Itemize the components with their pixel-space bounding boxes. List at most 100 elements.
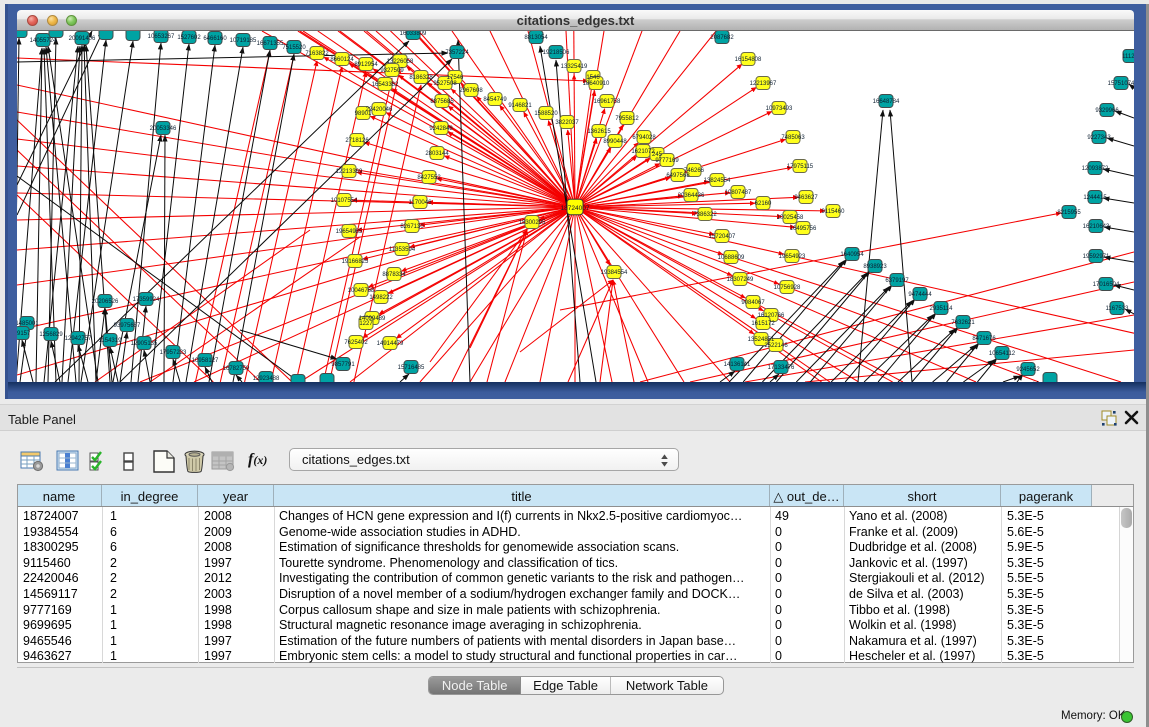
svg-text:1615172: 1615172 [751, 321, 775, 327]
svg-text:62160: 62160 [755, 201, 772, 207]
svg-text:9242848: 9242848 [429, 126, 453, 132]
svg-text:8813054: 8813054 [524, 35, 548, 41]
svg-text:1362615: 1362615 [587, 129, 611, 135]
svg-text:14914479: 14914479 [377, 341, 404, 347]
svg-text:8471676: 8471676 [972, 336, 996, 342]
svg-text:10653267: 10653267 [148, 34, 175, 40]
svg-text:98901: 98901 [355, 111, 372, 117]
svg-text:20206526: 20206526 [92, 299, 119, 305]
svg-text:8912954: 8912954 [354, 62, 378, 68]
svg-text:9463627: 9463627 [794, 195, 818, 201]
svg-text:8267130: 8267130 [400, 224, 424, 230]
svg-text:8990448: 8990448 [603, 139, 627, 145]
svg-text:39157: 39157 [17, 331, 31, 337]
svg-text:18307249: 18307249 [727, 277, 754, 283]
svg-text:16120766: 16120766 [758, 313, 785, 319]
svg-text:12093872: 12093872 [1082, 166, 1109, 172]
svg-text:9245652: 9245652 [1016, 367, 1040, 373]
svg-text:19654923: 19654923 [779, 254, 806, 260]
svg-text:10107554: 10107554 [331, 198, 358, 204]
svg-text:1256829: 1256829 [39, 332, 63, 338]
svg-text:2935114: 2935114 [930, 306, 954, 312]
svg-text:9115460: 9115460 [822, 209, 846, 215]
svg-text:19166825: 19166825 [342, 259, 369, 265]
svg-text:9474444: 9474444 [908, 292, 932, 298]
svg-text:7625402: 7625402 [344, 340, 368, 346]
svg-text:7163822: 7163822 [305, 51, 329, 57]
svg-text:8454749: 8454749 [483, 97, 507, 103]
svg-text:1244415: 1244415 [1083, 195, 1107, 201]
svg-text:17133476: 17133476 [768, 365, 795, 371]
svg-text:7515520: 7515520 [282, 45, 306, 51]
svg-text:12942757: 12942757 [65, 336, 92, 342]
svg-text:1170046: 1170046 [409, 200, 433, 206]
svg-text:10025458: 10025458 [777, 215, 804, 221]
svg-text:9857791: 9857791 [331, 362, 355, 368]
svg-text:12213967: 12213967 [750, 81, 777, 87]
svg-text:17359924: 17359924 [133, 297, 160, 303]
svg-text:13325419: 13325419 [561, 64, 588, 70]
svg-text:1167533: 1167533 [1106, 306, 1130, 312]
svg-text:93975687: 93975687 [114, 323, 141, 329]
svg-text:2522146: 2522146 [764, 343, 788, 349]
svg-text:19218506: 19218506 [543, 50, 570, 56]
svg-text:9227343: 9227343 [1087, 135, 1111, 141]
svg-text:16671355: 16671355 [257, 41, 284, 47]
svg-text:10973493: 10973493 [766, 106, 793, 112]
svg-text:16782759: 16782759 [223, 366, 250, 372]
svg-text:1227: 1227 [359, 321, 373, 327]
svg-text:9146821: 9146821 [508, 103, 532, 109]
svg-text:9084067: 9084067 [741, 300, 765, 306]
svg-text:7632621: 7632621 [951, 320, 975, 326]
svg-text:20091406: 20091406 [69, 36, 96, 42]
svg-text:11353594: 11353594 [389, 247, 416, 253]
svg-text:20364436: 20364436 [678, 193, 705, 199]
svg-text:9329966: 9329966 [1095, 108, 1119, 114]
svg-text:1485001: 1485001 [17, 321, 39, 327]
svg-text:3822037: 3822037 [555, 120, 579, 126]
svg-text:6794028: 6794028 [632, 135, 656, 141]
svg-text:1498222: 1498222 [369, 295, 393, 301]
svg-text:16495756: 16495756 [790, 226, 817, 232]
svg-text:16543382: 16543382 [372, 82, 399, 88]
svg-text:10688609: 10688609 [718, 255, 745, 261]
svg-text:10756928: 10756928 [774, 285, 801, 291]
svg-text:8215955: 8215955 [1057, 210, 1081, 216]
svg-text:1527602: 1527602 [177, 35, 201, 41]
svg-text:15751074: 15751074 [1108, 81, 1134, 87]
svg-text:1588520: 1588520 [534, 111, 558, 117]
svg-text:8427552: 8427552 [417, 175, 441, 181]
svg-text:8186328: 8186328 [409, 75, 433, 81]
svg-text:1154319: 1154319 [99, 338, 123, 344]
svg-text:9527508: 9527508 [433, 81, 457, 87]
svg-text:19592971: 19592971 [1083, 254, 1110, 260]
svg-text:10046768: 10046768 [348, 288, 375, 294]
svg-text:16033809: 16033809 [400, 31, 427, 37]
svg-text:1640954: 1640954 [840, 252, 864, 258]
svg-text:8938923: 8938923 [863, 264, 887, 270]
svg-text:8878334: 8878334 [382, 272, 406, 278]
svg-text:17957223: 17957223 [160, 350, 187, 356]
svg-text:18300295: 18300295 [519, 220, 546, 226]
svg-text:9777169: 9777169 [655, 158, 679, 164]
svg-text:7386322: 7386322 [693, 212, 717, 218]
svg-text:7485063: 7485063 [781, 135, 805, 141]
svg-text:2718126: 2718126 [345, 138, 369, 144]
svg-text:6466160: 6466160 [203, 36, 227, 42]
svg-text:17975115: 17975115 [787, 164, 814, 170]
svg-text:13824554: 13824554 [704, 178, 731, 184]
svg-text:8660124: 8660124 [330, 57, 354, 63]
svg-text:15716485: 15716485 [398, 365, 425, 371]
svg-text:14055724: 14055724 [30, 38, 57, 44]
svg-text:12213369: 12213369 [336, 169, 363, 175]
svg-text:2967608: 2967608 [459, 88, 483, 94]
svg-text:7955812: 7955812 [615, 116, 639, 122]
svg-text:16154808: 16154808 [735, 57, 762, 63]
svg-text:10719185: 10719185 [230, 38, 257, 44]
svg-text:7357224: 7357224 [445, 50, 469, 56]
svg-text:10654112: 10654112 [989, 351, 1016, 357]
svg-text:11121: 11121 [1122, 54, 1134, 60]
svg-text:14136141: 14136141 [724, 362, 751, 368]
svg-text:20053346: 20053346 [150, 126, 177, 132]
svg-text:10958127: 10958127 [192, 358, 219, 364]
